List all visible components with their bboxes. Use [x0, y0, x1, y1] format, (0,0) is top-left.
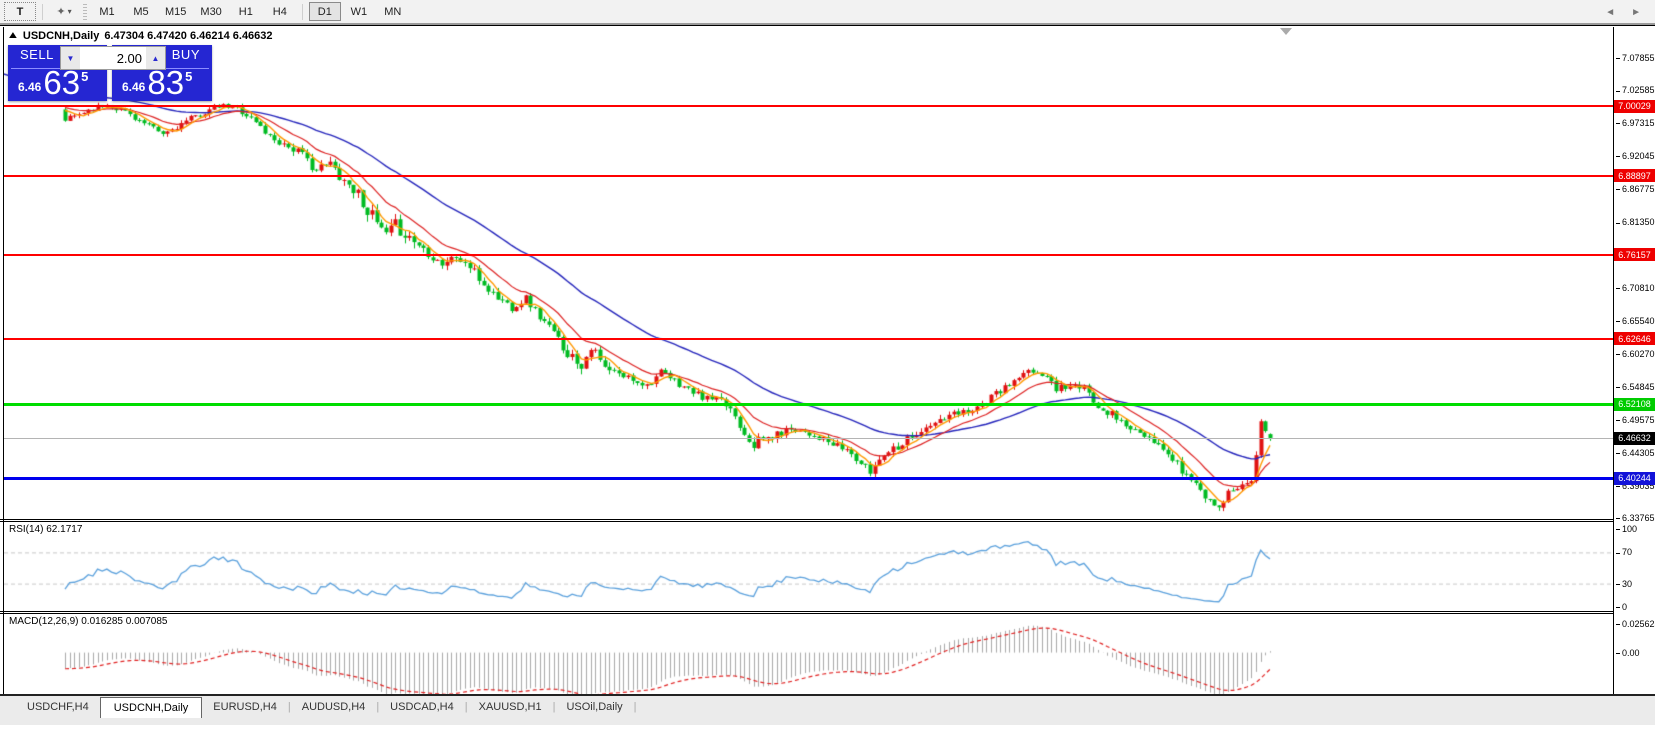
price-axis-tick: 6.81350: [1616, 217, 1655, 227]
buy-price-base: 6.46: [122, 80, 146, 94]
toolbar-divider: [42, 3, 43, 20]
trading-platform-window: T ✦ ▾ M1 M5 M15 M30 H1 H4 D1 W1 MN ▲ USDCNH,Dail…: [0, 0, 1655, 750]
tab-scroll-arrows: ◄ ►: [1605, 7, 1641, 18]
macd-axis-tick: 0.025623: [1616, 619, 1655, 629]
chart-tab-audusd-h4[interactable]: AUDUSD,H4: [291, 698, 377, 716]
volume-input[interactable]: [80, 47, 146, 69]
chart-ohlc-values: 6.47304 6.47420 6.46214 6.46632: [104, 30, 273, 42]
resistance-price-badge: 6.88897: [1614, 169, 1655, 183]
volume-decrease-button[interactable]: ▼: [61, 47, 80, 69]
price-axis-tick: 6.97315: [1616, 118, 1655, 128]
sell-price: 6.46 63 5: [18, 64, 89, 101]
rsi-axis-tick: 30: [1616, 579, 1655, 589]
price-axis-line: [1613, 27, 1614, 704]
macd-axis-tick: 0.00: [1616, 648, 1655, 658]
buy-button[interactable]: BUY: [172, 47, 200, 62]
sell-price-base: 6.46: [18, 80, 42, 94]
rsi-name: RSI(14): [9, 524, 44, 535]
chart-tab-usoil-daily[interactable]: USOil,Daily: [555, 698, 633, 716]
timeframe-bar: M1 M5 M15 M30 H1 H4 D1 W1 MN: [90, 2, 410, 21]
chart-tab-usdchf-h4[interactable]: USDCHF,H4: [16, 698, 100, 716]
sell-price-big: 63: [43, 64, 81, 101]
scroll-position-marker-icon: [1280, 28, 1292, 35]
chart-tab-xauusd-h1[interactable]: XAUUSD,H1: [468, 698, 553, 716]
support-price-badge: 6.40244: [1614, 471, 1655, 485]
volume-increase-button[interactable]: ▲: [146, 47, 165, 69]
sell-price-sup: 5: [81, 69, 89, 84]
style-icon: ✦: [56, 6, 66, 18]
panel-separator: [0, 521, 1613, 522]
tab-scroll-left-icon[interactable]: ◄: [1605, 7, 1615, 18]
timeframe-button-m30[interactable]: M30: [194, 2, 227, 21]
timeframe-button-m5[interactable]: M5: [125, 2, 157, 21]
one-click-trading-widget: SELL 6.46 63 5 BUY 6.46 83 5 ▼ ▲: [8, 45, 212, 101]
chart-title: ▲ USDCNH,Daily 6.47304 6.47420 6.46214 6…: [6, 30, 273, 42]
resistance-line[interactable]: [4, 105, 1613, 108]
panel-separator: [0, 613, 1613, 614]
price-axis-tick: 7.02585: [1616, 85, 1655, 95]
rsi-label: RSI(14) 62.1717: [9, 524, 82, 535]
chart-tab-usdcad-h4[interactable]: USDCAD,H4: [379, 698, 465, 716]
rsi-axis-tick: 70: [1616, 547, 1655, 557]
resistance-price-badge: 6.76157: [1614, 248, 1655, 262]
chart-tab-bar: USDCHF,H4 USDCNH,Daily EURUSD,H4 | AUDUSD,H4…: [0, 696, 1655, 725]
rsi-axis-tick: 100: [1616, 524, 1655, 534]
price-axis-tick: 6.70810: [1616, 283, 1655, 293]
timeframe-button-h4[interactable]: H4: [264, 2, 296, 21]
chart-style-button[interactable]: ✦ ▾: [49, 2, 79, 21]
chart-tab-eurusd-h4[interactable]: EURUSD,H4: [202, 698, 288, 716]
candlestick-chart-canvas[interactable]: [4, 27, 1613, 519]
price-axis-tick: 7.07855: [1616, 53, 1655, 63]
macd-signal-value: 0.007085: [125, 616, 168, 627]
chart-marker-icon: ▲: [6, 30, 20, 41]
support-line[interactable]: [4, 476, 1613, 480]
timeframe-button-mn[interactable]: MN: [377, 2, 409, 21]
support-line[interactable]: [4, 402, 1613, 406]
rsi-value: 62.1717: [46, 524, 83, 535]
buy-price-big: 83: [147, 64, 185, 101]
tab-scroll-right-icon[interactable]: ►: [1631, 7, 1641, 18]
chevron-down-icon: ▾: [67, 7, 72, 16]
timeframe-button-d1[interactable]: D1: [308, 2, 341, 21]
panel-separator[interactable]: [0, 519, 1613, 520]
rsi-indicator-canvas[interactable]: [4, 522, 1613, 611]
buy-price: 6.46 83 5: [122, 64, 193, 101]
macd-main-value: 0.016285: [81, 616, 123, 627]
price-axis-tick: 6.65540: [1616, 316, 1655, 326]
macd-label: MACD(12,26,9) 0.016285 0.007085: [9, 616, 167, 627]
timeframe-button-w1[interactable]: W1: [343, 2, 375, 21]
resistance-price-badge: 7.00029: [1614, 99, 1655, 113]
price-axis-tick: 6.86775: [1616, 184, 1655, 194]
resistance-line[interactable]: [4, 337, 1613, 340]
resistance-price-badge: 6.62646: [1614, 332, 1655, 346]
price-axis-tick: 6.44305: [1616, 448, 1655, 458]
macd-indicator-canvas[interactable]: [4, 614, 1613, 702]
timeframe-button-h1[interactable]: H1: [230, 2, 262, 21]
tab-divider: |: [633, 701, 637, 713]
text-tool-button[interactable]: T: [4, 2, 36, 21]
sell-button[interactable]: SELL: [20, 47, 54, 62]
price-axis-tick: 6.54845: [1616, 382, 1655, 392]
price-axis-tick: 6.60270: [1616, 349, 1655, 359]
resistance-line[interactable]: [4, 174, 1613, 177]
macd-name: MACD(12,26,9): [9, 616, 79, 627]
rsi-axis-tick: 0: [1616, 602, 1655, 612]
chart-window: ▲ USDCNH,Daily 6.47304 6.47420 6.46214 6…: [0, 25, 1655, 719]
toolbar: T ✦ ▾ M1 M5 M15 M30 H1 H4 D1 W1 MN: [0, 0, 1655, 25]
price-axis-tick: 6.49575: [1616, 415, 1655, 425]
timeframe-button-m1[interactable]: M1: [91, 2, 123, 21]
resistance-line[interactable]: [4, 253, 1613, 256]
chart-tab-usdcnh-daily[interactable]: USDCNH,Daily: [99, 697, 203, 718]
volume-spinner: ▼ ▲: [60, 46, 166, 70]
current-price-line: [4, 438, 1613, 440]
toolbar-grip: [83, 3, 87, 20]
price-axis-tick: 6.92045: [1616, 151, 1655, 161]
chart-symbol-label: USDCNH,Daily: [22, 30, 100, 42]
timeframe-button-m15[interactable]: M15: [159, 2, 192, 21]
panel-separator[interactable]: [0, 611, 1613, 612]
current-price-badge: 6.46632: [1614, 431, 1655, 445]
support-price-badge: 6.52108: [1614, 397, 1655, 411]
price-axis-tick: 6.33765: [1616, 513, 1655, 523]
buy-price-sup: 5: [185, 69, 193, 84]
